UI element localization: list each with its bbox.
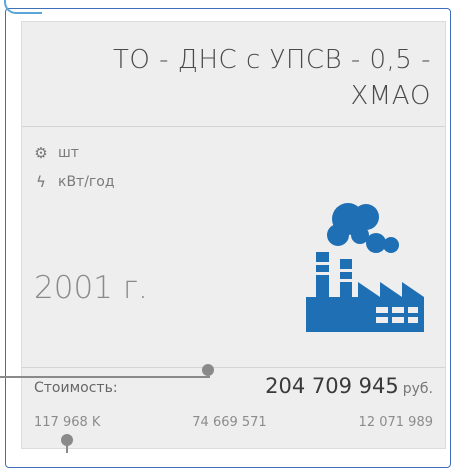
- cost-currency: руб.: [402, 381, 433, 397]
- frame-corner: [4, 0, 42, 14]
- stat-value: 74 669 571: [192, 415, 267, 430]
- divider: [22, 126, 445, 127]
- card-title: ТО - ДНС с УПСВ - 0,5 - ХМАО: [113, 45, 431, 111]
- pointer-line: [0, 376, 210, 378]
- pointer-dot: [61, 434, 73, 446]
- factory-icon: [306, 203, 424, 332]
- cost-amount: 204 709 945: [265, 374, 399, 398]
- gear-icon: ⚙: [34, 144, 48, 162]
- stat-value: 117 968 K: [34, 415, 101, 430]
- property-quantity: ⚙ шт: [32, 144, 79, 162]
- property-power: ϟ кВт/год: [32, 173, 115, 191]
- divider: [22, 367, 445, 368]
- lightning-icon: ϟ: [36, 173, 46, 191]
- object-card[interactable]: ТО - ДНС с УПСВ - 0,5 - ХМАО ⚙ шт ϟ кВт/…: [21, 21, 446, 449]
- stats-row: 117 968 K 74 669 571 12 071 989: [34, 415, 433, 430]
- cost-value: 204 709 945 руб.: [265, 374, 433, 398]
- cost-label: Стоимость:: [34, 380, 118, 396]
- stat-value: 12 071 989: [358, 415, 433, 430]
- property-label: кВт/год: [58, 174, 115, 190]
- pointer-dot: [202, 364, 214, 376]
- year: 2001 г.: [34, 270, 148, 306]
- property-label: шт: [58, 145, 79, 161]
